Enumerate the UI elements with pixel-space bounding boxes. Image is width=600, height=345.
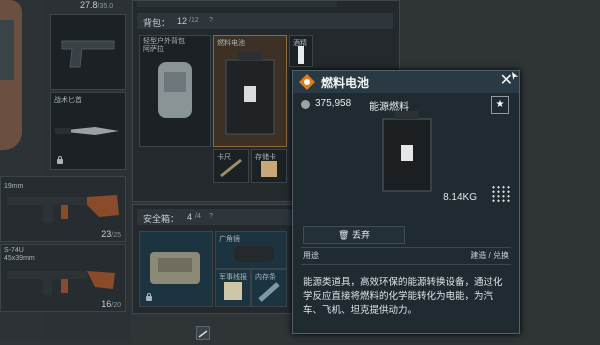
backpack-item-pack[interactable]: 轻型户外背包 阿萨拉 [139,35,211,147]
popup-title: 燃料电池 [321,76,370,90]
craft-tab[interactable]: 建造 / 兑换 [470,250,509,261]
backpack-item-fuel-cell[interactable]: 燃料电池 [213,35,287,147]
popup-titlebar: 燃料电池 ✕ [293,71,519,93]
bottle-icon [298,46,304,64]
rifle2-name: S-74U [4,247,24,254]
rifle1-ammo-max: /25 [111,232,121,239]
lock-icon [146,293,152,301]
weight-value: 27.8 [80,0,98,10]
lens-icon [234,246,274,262]
rifle1-ammo: 23/25 [101,229,121,239]
swap-icon [198,330,208,338]
character-shirt [0,20,14,80]
item-price: 375,958 [315,98,352,109]
item-weight: 8.14KG [443,192,477,203]
safebox-item-army-intel[interactable]: 军事线报 [215,269,251,307]
rifle-slot-1[interactable]: 19mm 23/25 [0,176,126,242]
top-weight: 27.8/35.0 [80,0,113,10]
pistol-icon [61,40,115,68]
backpack-max: /12 [189,17,199,24]
rifle2-ammo-max: /20 [111,302,121,309]
knife-slot[interactable]: 战术匕首 [50,92,126,170]
rifle2-ammo: 16/20 [101,299,121,309]
safebox-item-device[interactable] [139,231,213,307]
memory-icon [258,282,280,302]
knife-label: 战术匕首 [54,97,82,104]
safebox-label: 安全箱： [143,214,180,224]
rifle1-ammo-count: 23 [101,229,112,239]
lock-icon [57,156,63,164]
bottom-toggle[interactable] [196,326,210,340]
rifle-slot-2[interactable]: S-74U 45x39mm 16/20 [0,244,126,312]
knife-icon [55,127,119,135]
use-tab[interactable]: 用途 [303,250,319,261]
caliper-icon [220,158,242,178]
item-category-icon [299,74,315,90]
backpack-count: 12 [177,16,188,26]
discard-label: 丢弃 [351,230,370,240]
card-icon [261,161,277,177]
divider [301,247,511,248]
close-icon[interactable]: ✕ [500,73,513,89]
backpack-header: 背包： 12 /12 ? [137,13,393,29]
size-grid-icon [491,185,511,203]
document-icon [224,282,242,300]
device-icon [150,252,200,284]
safebox-item-camera[interactable]: 广角镜 [215,231,287,269]
backpack-icon [158,62,192,118]
fuel-cell-icon [225,52,275,135]
battery-label: 燃料电池 [217,40,245,47]
weight-max: /35.0 [97,3,114,10]
help-icon[interactable]: ? [209,17,213,24]
item-detail-popup: 燃料电池 ✕ 375,958 能源燃料 ★ 8.14KG 🗑 丢弃 用途 建造 … [292,70,520,334]
pistol-slot[interactable] [50,14,126,90]
backpack-item-storage-card[interactable]: 存储卡 [251,149,287,183]
safebox-count: 4 [187,212,193,222]
divider [301,264,511,265]
backpack-label: 背包： [143,18,171,28]
help-icon[interactable]: ? [209,213,213,220]
backpack-item-caliper[interactable]: 卡尺 [213,149,249,183]
fuel-cell-large-icon [382,111,432,192]
coin-icon [301,100,310,109]
item-description: 能源类道具，高效环保的能源转换设备，通过化学反应直接将燃料的化学能转化为电能，为… [303,277,503,316]
rifle2-ammo-count: 16 [101,299,112,309]
top-tabs [137,1,337,7]
pack-label: 轻型户外背包 阿萨拉 [143,38,185,53]
safebox-item-memory[interactable]: 内存条 [251,269,287,307]
safebox-max: /4 [195,213,201,220]
rifle2-caliber: 45x39mm [4,255,35,262]
backpack-item-alcohol[interactable]: 酒精 [289,35,313,67]
favorite-star-icon[interactable]: ★ [491,96,509,114]
rifle-icon [7,195,119,223]
discard-button[interactable]: 🗑 丢弃 [303,226,405,244]
